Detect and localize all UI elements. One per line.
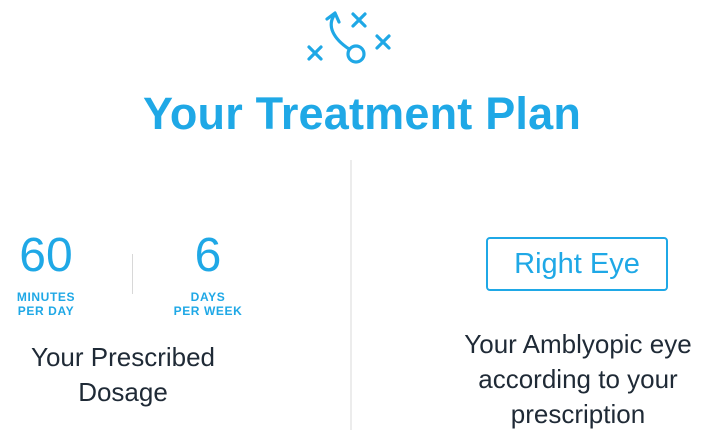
amblyopic-line1: Your Amblyopic eye: [464, 329, 692, 359]
amblyopic-line3: prescription: [510, 399, 646, 429]
minutes-unit-line1: MINUTES: [16, 290, 76, 304]
days-value: 6: [194, 229, 222, 282]
playbook-icon: [307, 11, 391, 64]
stat-divider: [132, 254, 133, 294]
amblyopic-line2: according to your: [478, 364, 678, 394]
prescribed-dosage-label: Your Prescribed Dosage: [0, 340, 246, 410]
days-unit-line1: DAYS: [190, 290, 226, 304]
eye-badge: Right Eye: [486, 237, 668, 291]
minutes-unit-line2: PER DAY: [17, 304, 75, 318]
days-unit-line2: PER WEEK: [173, 304, 243, 318]
page-title: Your Treatment Plan: [142, 88, 582, 139]
section-divider: [350, 160, 352, 430]
days-per-week-stat: 6 DAYS PER WEEK: [148, 226, 268, 318]
prescribed-dosage-line2: Dosage: [78, 377, 168, 407]
minutes-value: 60: [19, 229, 73, 282]
amblyopic-eye-label: Your Amblyopic eye according to your pre…: [420, 327, 724, 432]
minutes-per-day-stat: 60 MINUTES PER DAY: [0, 226, 106, 318]
prescribed-dosage-line1: Your Prescribed: [30, 342, 216, 372]
